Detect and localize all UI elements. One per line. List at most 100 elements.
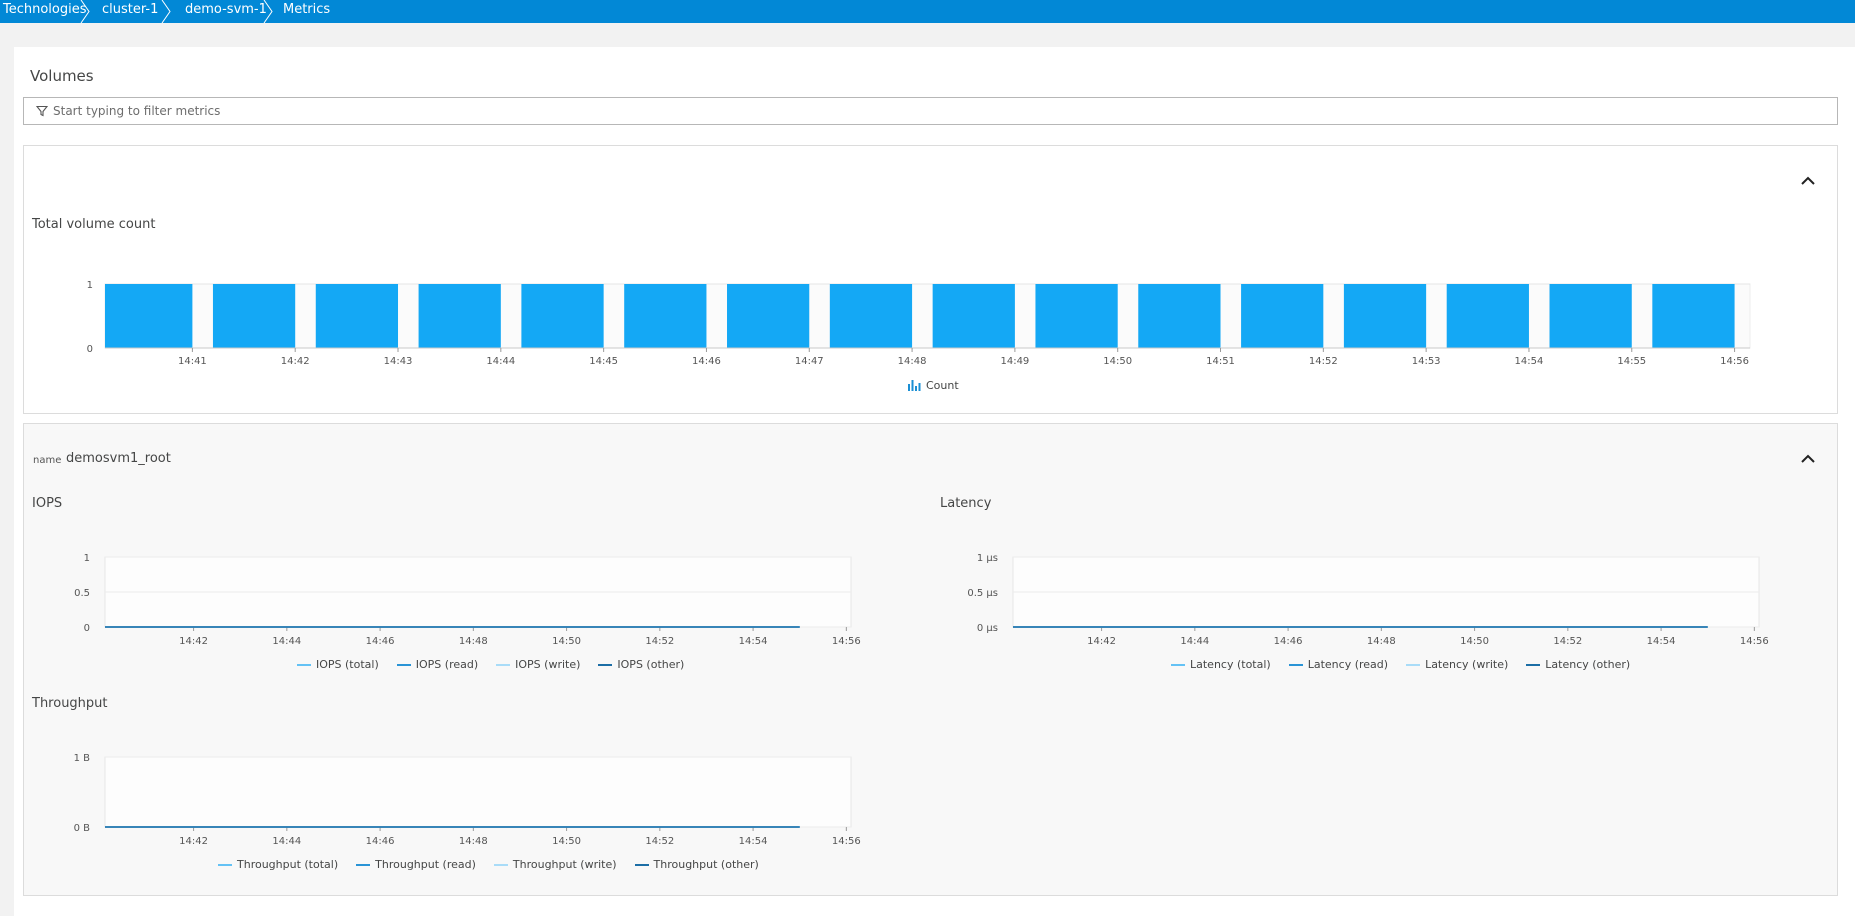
bar <box>624 284 707 348</box>
y-tick-label: 0 µs <box>977 623 998 634</box>
dimension-key: name <box>33 455 62 466</box>
bar <box>727 284 810 348</box>
legend-label: Latency (other) <box>1545 658 1631 671</box>
x-tick-label: 14:52 <box>645 636 674 647</box>
breadcrumb-separator-icon <box>161 0 173 23</box>
bar <box>1652 284 1735 348</box>
breadcrumb-label: Metrics <box>283 2 331 17</box>
bar <box>1446 284 1529 348</box>
collapse-chevron-icon[interactable] <box>1799 175 1817 187</box>
metric-filter[interactable] <box>23 97 1838 125</box>
legend-item[interactable]: IOPS (other) <box>598 658 684 671</box>
y-tick-label: 0 <box>87 344 93 355</box>
page-title: Volumes <box>30 67 94 85</box>
chart-title: Total volume count <box>32 217 156 232</box>
breadcrumb-label: demo-svm-1 <box>185 2 267 17</box>
filter-icon <box>36 105 48 117</box>
x-tick-label: 14:42 <box>179 836 208 847</box>
legend-item[interactable]: Latency (read) <box>1288 658 1389 671</box>
bar <box>418 284 501 348</box>
iops-legend[interactable]: IOPS (total) IOPS (read) IOPS (write) IO… <box>297 658 702 671</box>
legend-label: IOPS (read) <box>415 658 479 671</box>
legend-item[interactable]: IOPS (write) <box>496 658 580 671</box>
iops-chart: 0 0.5 1 14:42 14:44 14:46 14:48 14:50 14:52 14:54… <box>74 553 861 647</box>
bar <box>212 284 296 348</box>
x-tick-label: 14:48 <box>1367 636 1396 647</box>
breadcrumb-item-metrics[interactable]: Metrics <box>275 0 345 20</box>
y-tick-label: 0.5 <box>74 588 90 599</box>
legend-label: Throughput (read) <box>375 858 476 871</box>
legend-item[interactable]: IOPS (read) <box>396 658 479 671</box>
x-tick-label: 14:46 <box>1274 636 1303 647</box>
x-tick-label: 14:51 <box>1206 356 1235 365</box>
x-tick-label: 14:50 <box>552 636 581 647</box>
volume-count-chart: 0 1 14:41 14:42 14:43 14:44 14:45 14:46 14:47 14:… <box>87 280 1751 365</box>
x-tick-label: 14:49 <box>1000 356 1029 365</box>
legend-label: Latency (total) <box>1190 658 1271 671</box>
x-tick-label: 14:44 <box>1180 636 1209 647</box>
throughput-chart: 0 B 1 B 14:42 14:44 14:46 14:48 14:50 14:52 14:5… <box>74 753 861 847</box>
legend-item[interactable]: Latency (write) <box>1406 658 1508 671</box>
bar <box>932 284 1015 348</box>
x-tick-label: 14:56 <box>1740 636 1769 647</box>
latency-chart: 0 µs 0.5 µs 1 µs 14:42 14:44 14:46 14:48 14:50 1… <box>967 553 1769 647</box>
x-tick-label: 14:42 <box>179 636 208 647</box>
legend-label: IOPS (total) <box>316 658 379 671</box>
chart-title: Latency <box>940 496 992 511</box>
bar <box>1241 284 1324 348</box>
x-tick-label: 14:44 <box>272 836 301 847</box>
y-tick-label: 0 <box>84 623 90 634</box>
legend-label: Latency (read) <box>1307 658 1389 671</box>
x-tick-label: 14:46 <box>366 636 395 647</box>
x-tick-label: 14:48 <box>459 836 488 847</box>
bar <box>1035 284 1118 348</box>
x-tick-label: 14:54 <box>739 836 768 847</box>
x-tick-label: 14:56 <box>832 636 861 647</box>
legend-label: IOPS (other) <box>617 658 685 671</box>
y-tick-label: 1 B <box>74 753 91 764</box>
x-tick-label: 14:55 <box>1617 356 1646 365</box>
bar <box>105 284 193 348</box>
bar <box>829 284 913 348</box>
x-tick-label: 14:42 <box>281 356 310 365</box>
breadcrumb-label: cluster-1 <box>102 2 159 17</box>
y-tick-label: 1 <box>87 280 93 291</box>
legend-label: IOPS (write) <box>515 658 581 671</box>
legend-item[interactable]: Throughput (write) <box>493 858 617 871</box>
legend-item[interactable]: Latency (other) <box>1526 658 1630 671</box>
x-tick-label: 14:44 <box>272 636 301 647</box>
y-tick-label: 0.5 µs <box>967 588 998 599</box>
x-tick-label: 14:54 <box>1647 636 1676 647</box>
x-tick-label: 14:56 <box>832 836 861 847</box>
y-tick-label: 1 <box>84 553 90 564</box>
x-tick-label: 14:54 <box>1515 356 1544 365</box>
collapse-chevron-icon[interactable] <box>1799 453 1817 465</box>
legend-label: Throughput (total) <box>237 858 339 871</box>
legend-item[interactable]: Throughput (read) <box>356 858 476 871</box>
legend-label: Count <box>926 379 959 392</box>
x-tick-label: 14:48 <box>898 356 927 365</box>
breadcrumb-label: Technologies <box>3 2 87 17</box>
bar <box>315 284 399 348</box>
bar <box>1549 284 1632 348</box>
breadcrumb-item-svm[interactable]: demo-svm-1 <box>173 0 267 20</box>
breadcrumb-item-cluster[interactable]: cluster-1 <box>92 0 161 20</box>
chart-title: Throughput <box>32 696 108 711</box>
legend-item[interactable]: Throughput (total) <box>218 858 338 871</box>
x-tick-label: 14:52 <box>645 836 674 847</box>
y-tick-label: 0 B <box>74 823 91 834</box>
latency-legend[interactable]: Latency (total) Latency (read) Latency (… <box>1171 658 1648 671</box>
breadcrumb-item-technologies[interactable]: Technologies <box>0 0 87 20</box>
legend-item[interactable]: Latency (total) <box>1171 658 1271 671</box>
breadcrumb: Technologies cluster-1 demo-svm-1 Metric… <box>0 0 1855 23</box>
x-tick-label: 14:48 <box>459 636 488 647</box>
x-tick-label: 14:52 <box>1309 356 1338 365</box>
volume-count-legend[interactable]: Count <box>908 379 959 392</box>
throughput-legend[interactable]: Throughput (total) Throughput (read) Thr… <box>218 858 777 871</box>
chart-title: IOPS <box>32 496 63 511</box>
metric-filter-input[interactable] <box>53 104 1753 118</box>
x-tick-label: 14:47 <box>795 356 824 365</box>
x-tick-label: 14:46 <box>692 356 721 365</box>
legend-item[interactable]: Throughput (other) <box>634 858 759 871</box>
legend-item[interactable]: IOPS (total) <box>297 658 379 671</box>
